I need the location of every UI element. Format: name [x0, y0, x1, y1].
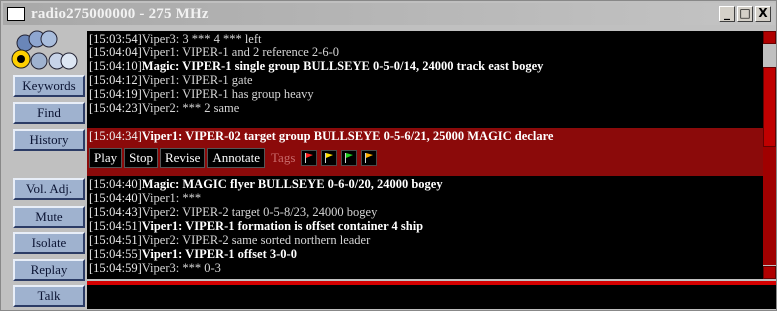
log-line[interactable]: [15:04:40]Magic: MAGIC flyer BULLSEYE 0-… — [89, 178, 443, 191]
log-line[interactable]: [15:04:59]Viper3: *** 0-3 — [89, 262, 221, 275]
flag-icon — [365, 153, 374, 163]
log-line[interactable]: [15:04:23]Viper2: *** 2 same — [89, 102, 239, 115]
isolate-button[interactable]: Isolate — [13, 232, 85, 254]
history-button[interactable]: History — [13, 129, 85, 151]
minimize-button[interactable]: _ — [719, 6, 735, 22]
flag-icon — [305, 153, 314, 163]
log-line[interactable]: [15:04:12]Viper1: VIPER-1 gate — [89, 74, 253, 87]
log-line[interactable]: [15:04:40]Viper1: *** — [89, 192, 201, 205]
replay-button[interactable]: Replay — [13, 259, 85, 281]
log-line[interactable]: [15:04:43]Viper2: VIPER-2 target 0-5-8/2… — [89, 206, 377, 219]
mute-button[interactable]: Mute — [13, 206, 85, 228]
log-line[interactable]: [15:04:51]Viper1: VIPER-1 formation is o… — [89, 220, 423, 233]
annotate-button[interactable]: Annotate — [207, 148, 266, 168]
log-line[interactable]: [15:04:55]Viper1: VIPER-1 offset 3-0-0 — [89, 248, 297, 261]
play-button[interactable]: Play — [89, 148, 123, 168]
selected-log-line[interactable]: [15:04:34]Viper1: VIPER-02 target group … — [89, 129, 553, 143]
log-scrollbar[interactable] — [763, 31, 776, 279]
window-icon — [7, 7, 25, 21]
talk-button[interactable]: Talk — [13, 285, 85, 307]
keywords-button[interactable]: Keywords — [13, 75, 85, 97]
flag-red-button[interactable] — [301, 150, 318, 166]
flag-orange-button[interactable] — [361, 150, 378, 166]
sidebar: Keywords Find History Vol. Adj. Mute Iso… — [5, 29, 85, 309]
entry-toolbar: Play Stop Revise Annotate Tags — [89, 147, 381, 169]
stop-button[interactable]: Stop — [124, 148, 158, 168]
log-line[interactable]: [15:04:19]Viper1: VIPER-1 has group heav… — [89, 88, 314, 101]
transcript-log[interactable]: [15:03:54]Viper3: 3 *** 4 *** left [15:0… — [87, 31, 763, 279]
tags-label: Tags — [271, 150, 296, 165]
log-line[interactable]: [15:04:10]Magic: VIPER-1 single group BU… — [89, 60, 543, 73]
scroll-up-arrow[interactable] — [763, 31, 776, 44]
app-window: radio275000000 - 275 MHz _ □ X Keywords … — [0, 0, 777, 311]
title-bar[interactable]: radio275000000 - 275 MHz _ □ X — [3, 3, 775, 25]
flag-icon — [325, 153, 334, 163]
volume-adjust-button[interactable]: Vol. Adj. — [13, 178, 85, 200]
maximize-button[interactable]: □ — [737, 6, 753, 22]
scroll-down-arrow[interactable] — [763, 266, 776, 279]
log-line[interactable]: [15:04:51]Viper2: VIPER-2 same sorted no… — [89, 234, 370, 247]
revise-button[interactable]: Revise — [159, 148, 206, 168]
radio-logo-icon — [11, 30, 78, 70]
selected-log-entry[interactable]: [15:04:34]Viper1: VIPER-02 target group … — [87, 128, 763, 176]
scroll-thumb[interactable] — [763, 67, 776, 147]
window-title: radio275000000 - 275 MHz — [31, 5, 209, 22]
talk-input-area[interactable] — [87, 285, 776, 309]
close-button[interactable]: X — [755, 6, 771, 22]
flag-green-button[interactable] — [341, 150, 358, 166]
find-button[interactable]: Find — [13, 102, 85, 124]
log-line[interactable]: [15:04:04]Viper1: VIPER-1 and 2 referenc… — [89, 46, 339, 59]
scroll-track[interactable] — [763, 147, 776, 265]
flag-yellow-button[interactable] — [321, 150, 338, 166]
flag-icon — [345, 153, 354, 163]
window-controls: _ □ X — [717, 6, 771, 22]
